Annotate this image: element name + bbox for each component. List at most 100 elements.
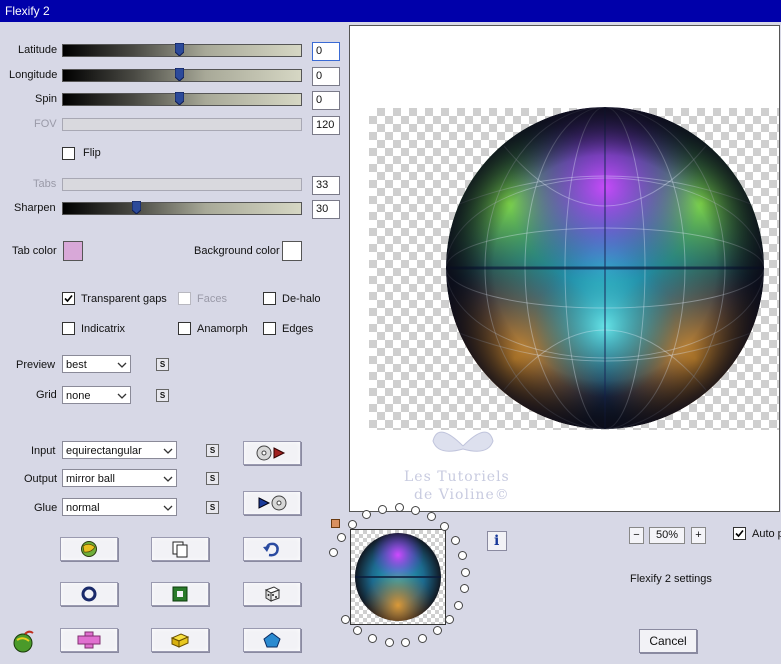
- input-select[interactable]: equirectangular: [62, 441, 177, 459]
- info-icon: i: [494, 533, 500, 549]
- globe-icon: [81, 541, 97, 557]
- navigator-dot: [460, 567, 470, 577]
- grid-label: Grid: [36, 389, 57, 401]
- watermark-line-1: Les Tutoriels: [404, 469, 510, 485]
- chevron-down-icon: [117, 362, 127, 368]
- transparent-gaps-label: Transparent gaps: [81, 293, 167, 305]
- square-frame-icon: [172, 586, 188, 602]
- watermark-line-2: de Violine©: [414, 487, 510, 503]
- copy-button[interactable]: [151, 537, 209, 561]
- navigator-dot: [445, 614, 455, 624]
- chevron-down-icon: [163, 505, 173, 511]
- flaming-pear-logo-icon[interactable]: [11, 628, 37, 654]
- plus-button[interactable]: [60, 628, 118, 652]
- flip-label: Flip: [83, 147, 101, 159]
- undo-button[interactable]: [243, 537, 301, 561]
- spin-label: Spin: [35, 93, 58, 105]
- navigator-dot: [340, 614, 350, 624]
- check-mark-icon: [64, 294, 73, 303]
- navigator-dot: [454, 600, 464, 610]
- dice-icon: [264, 586, 281, 602]
- output-select[interactable]: mirror ball: [62, 469, 177, 487]
- anamorph-checkbox[interactable]: [178, 322, 191, 335]
- pentagon-icon: [263, 632, 281, 648]
- sharpen-label: Sharpen: [14, 202, 56, 214]
- grid-select-value: none: [66, 390, 91, 402]
- frame-button[interactable]: [151, 582, 209, 606]
- thumbnail-ball-image: [355, 533, 441, 621]
- preview-select-value: best: [66, 359, 87, 371]
- longitude-field[interactable]: 0: [312, 67, 340, 86]
- watermark: Les Tutoriels de Violine©: [390, 421, 530, 511]
- sharpen-slider[interactable]: [62, 201, 302, 215]
- longitude-slider[interactable]: [62, 68, 302, 82]
- navigator-dot: [384, 638, 394, 648]
- tabs-label: Tabs: [33, 178, 57, 190]
- longitude-thumb[interactable]: [175, 68, 185, 81]
- glue-select[interactable]: normal: [62, 498, 177, 516]
- spin-field[interactable]: 0: [312, 91, 340, 110]
- cancel-button[interactable]: Cancel: [639, 629, 697, 653]
- tab-color-label: Tab color: [12, 245, 57, 257]
- fov-label: FOV: [34, 118, 57, 130]
- spin-slider[interactable]: [62, 92, 302, 106]
- flip-checkbox[interactable]: [62, 147, 75, 160]
- latitude-slider[interactable]: [62, 43, 302, 57]
- navigator-dot: [411, 505, 421, 515]
- pentagon-button[interactable]: [243, 628, 301, 652]
- load-output-button[interactable]: [243, 491, 301, 515]
- sharpen-field[interactable]: 30: [312, 200, 340, 219]
- tab-color-swatch[interactable]: [63, 241, 83, 261]
- output-select-value: mirror ball: [66, 473, 115, 485]
- glue-s-button[interactable]: S: [206, 501, 219, 514]
- input-s-button[interactable]: S: [206, 444, 219, 457]
- thumbnail-preview[interactable]: [350, 529, 446, 625]
- navigator-handle[interactable]: [331, 519, 340, 528]
- auto-preview-label: Auto p: [752, 528, 781, 540]
- edges-checkbox[interactable]: [263, 322, 276, 335]
- de-halo-checkbox[interactable]: [263, 292, 276, 305]
- longitude-label: Longitude: [9, 69, 58, 81]
- grid-s-button[interactable]: S: [156, 389, 169, 402]
- faces-label: Faces: [197, 293, 227, 305]
- brick-button[interactable]: [151, 628, 209, 652]
- fov-slider: [62, 118, 302, 131]
- auto-preview-checkbox[interactable]: [733, 527, 746, 540]
- randomize-map-button[interactable]: [60, 537, 118, 561]
- indicatrix-checkbox[interactable]: [62, 322, 75, 335]
- navigator-dot: [394, 503, 404, 513]
- background-color-swatch[interactable]: [282, 241, 302, 261]
- indicatrix-label: Indicatrix: [81, 323, 126, 335]
- latitude-field[interactable]: 0: [312, 42, 340, 61]
- tabs-field[interactable]: 33: [312, 176, 340, 195]
- random-button[interactable]: [243, 582, 301, 606]
- input-label: Input: [31, 445, 56, 457]
- output-s-button[interactable]: S: [206, 472, 219, 485]
- navigator-dot: [451, 535, 461, 545]
- fov-field[interactable]: 120: [312, 116, 340, 135]
- info-button[interactable]: i: [487, 531, 507, 551]
- tabs-slider: [62, 178, 302, 191]
- grid-select[interactable]: none: [62, 386, 131, 404]
- pages-icon: [172, 541, 188, 558]
- preview-s-button[interactable]: S: [156, 358, 169, 371]
- faces-checkbox: [178, 292, 191, 305]
- latitude-thumb[interactable]: [175, 43, 185, 56]
- check-mark-icon: [735, 529, 744, 538]
- output-label: Output: [24, 473, 58, 485]
- glue-label: Glue: [34, 502, 58, 514]
- spin-thumb[interactable]: [175, 92, 185, 105]
- de-halo-label: De-halo: [282, 293, 321, 305]
- load-input-button[interactable]: [243, 441, 301, 465]
- preview-area[interactable]: Les Tutoriels de Violine©: [349, 25, 780, 512]
- sharpen-thumb[interactable]: [131, 201, 141, 214]
- zoom-level: 50%: [649, 527, 685, 544]
- transparent-gaps-checkbox[interactable]: [62, 292, 75, 305]
- navigator-dot: [457, 550, 467, 560]
- zoom-out-button[interactable]: −: [629, 527, 644, 544]
- zoom-in-button[interactable]: +: [691, 527, 706, 544]
- ring-button[interactable]: [60, 582, 118, 606]
- chevron-down-icon: [163, 448, 173, 454]
- background-color-label: Background color: [194, 245, 280, 257]
- preview-select[interactable]: best: [62, 355, 131, 373]
